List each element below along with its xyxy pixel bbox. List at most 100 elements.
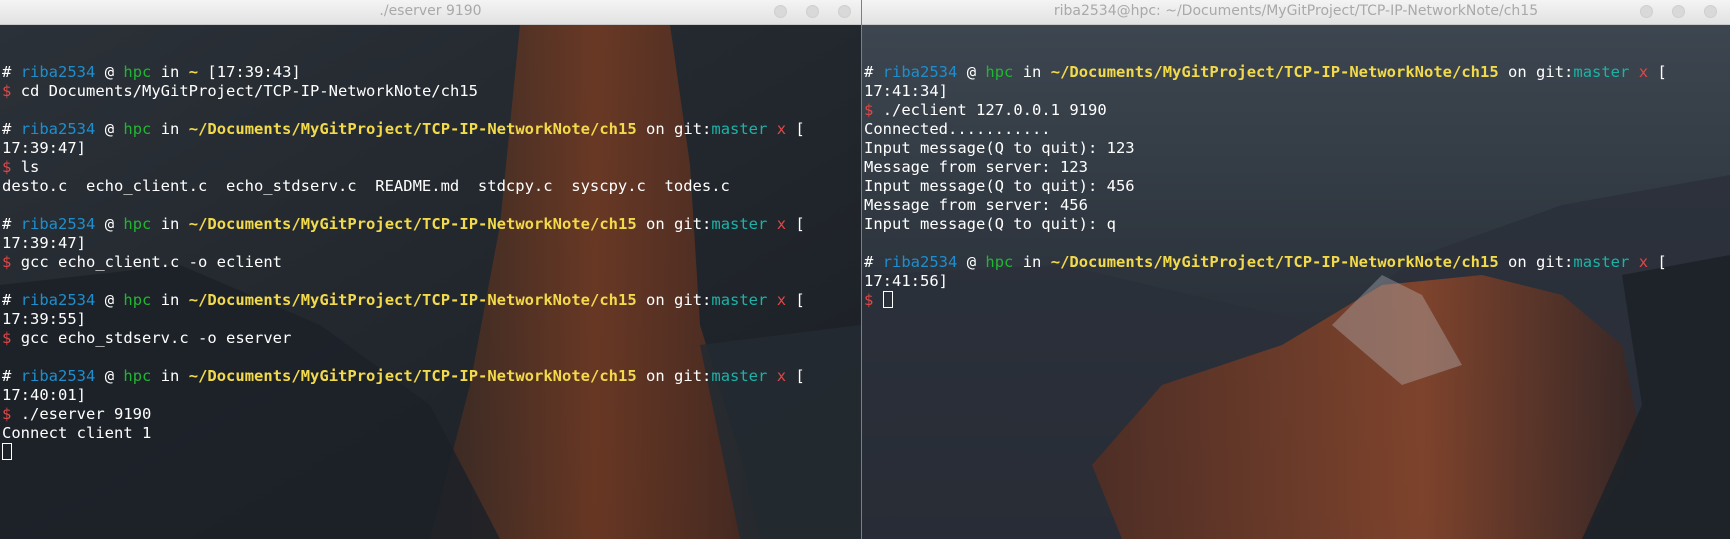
prompt-branch: master bbox=[1573, 63, 1630, 81]
prompt-branch: master bbox=[1573, 253, 1630, 271]
command-text: cd Documents/MyGitProject/TCP-IP-Network… bbox=[20, 82, 478, 100]
prompt-header: # riba2534 @ hpc in ~/Documents/MyGitPro… bbox=[2, 367, 805, 386]
output-text: Connect client 1 bbox=[2, 424, 152, 442]
prompt-symbol: $ bbox=[2, 158, 12, 176]
prompt-dirty-mark: x bbox=[1638, 63, 1649, 81]
terminal-cursor bbox=[882, 291, 893, 308]
terminal-window-right[interactable]: riba2534@hpc: ~/Documents/MyGitProject/T… bbox=[862, 0, 1730, 539]
prompt-user: riba2534 bbox=[20, 215, 96, 233]
output-line: 17:39:55] bbox=[2, 310, 805, 329]
prompt-symbol: $ bbox=[2, 82, 12, 100]
command-line: $ gcc echo_client.c -o eclient bbox=[2, 253, 805, 272]
prompt-header: # riba2534 @ hpc in ~ [17:39:43] bbox=[2, 63, 805, 82]
prompt-header: # riba2534 @ hpc in ~/Documents/MyGitPro… bbox=[2, 120, 805, 139]
output-text: Message from server: 123 bbox=[864, 158, 1088, 176]
command-text: gcc echo_client.c -o eclient bbox=[20, 253, 282, 271]
terminal-cursor bbox=[2, 443, 12, 460]
close-button-left[interactable] bbox=[838, 5, 851, 18]
maximize-button-right[interactable] bbox=[1672, 5, 1685, 18]
output-text: 17:40:01] bbox=[2, 386, 86, 404]
prompt-in: in bbox=[160, 367, 180, 385]
prompt-at: @ bbox=[104, 120, 115, 138]
output-line: Input message(Q to quit): 123 bbox=[864, 139, 1667, 158]
output-line: Input message(Q to quit): 456 bbox=[864, 177, 1667, 196]
prompt-git-label: git: bbox=[1536, 63, 1574, 81]
prompt-directory: ~/Documents/MyGitProject/TCP-IP-NetworkN… bbox=[1050, 63, 1499, 81]
prompt-on: on bbox=[1508, 253, 1527, 271]
prompt-host: hpc bbox=[985, 253, 1014, 271]
prompt-in: in bbox=[1022, 63, 1042, 81]
prompt-git-label: git: bbox=[674, 120, 712, 138]
output-text: desto.c echo_client.c echo_stdserv.c REA… bbox=[2, 177, 730, 195]
output-text: 17:39:47] bbox=[2, 139, 86, 157]
output-text: 17:39:55] bbox=[2, 310, 86, 328]
prompt-at: @ bbox=[104, 215, 115, 233]
terminal-window-left[interactable]: ./eserver 9190 # riba2534 @ hpc in ~ [17… bbox=[0, 0, 861, 539]
minimize-button-left[interactable] bbox=[774, 5, 787, 18]
prompt-time-open: [ bbox=[795, 367, 805, 385]
prompt-time-open: [ bbox=[795, 215, 805, 233]
terminal-output-left[interactable]: # riba2534 @ hpc in ~ [17:39:43] $ cd Doc… bbox=[2, 44, 805, 462]
prompt-symbol: $ bbox=[2, 253, 12, 271]
prompt-symbol: $ bbox=[2, 405, 12, 423]
close-button-right[interactable] bbox=[1704, 5, 1717, 18]
command-text: ls bbox=[20, 158, 40, 176]
terminal-output-right[interactable]: # riba2534 @ hpc in ~/Documents/MyGitPro… bbox=[864, 44, 1667, 310]
prompt-time-open: [ bbox=[1657, 253, 1667, 271]
prompt-in: in bbox=[1022, 253, 1042, 271]
prompt-hash: # bbox=[2, 63, 12, 81]
output-text: Connected........... bbox=[864, 120, 1051, 138]
output-line: 17:41:56] bbox=[864, 272, 1667, 291]
command-line: $ ls bbox=[2, 158, 805, 177]
prompt-dirty-mark: x bbox=[1638, 253, 1649, 271]
prompt-user: riba2534 bbox=[20, 367, 96, 385]
command-text: gcc echo_stdserv.c -o eserver bbox=[20, 329, 292, 347]
minimize-button-right[interactable] bbox=[1640, 5, 1653, 18]
titlebar-right[interactable]: riba2534@hpc: ~/Documents/MyGitProject/T… bbox=[862, 0, 1730, 25]
prompt-in: in bbox=[160, 120, 180, 138]
prompt-header: # riba2534 @ hpc in ~/Documents/MyGitPro… bbox=[2, 215, 805, 234]
output-text: Message from server: 456 bbox=[864, 196, 1088, 214]
prompt-directory: ~/Documents/MyGitProject/TCP-IP-NetworkN… bbox=[188, 291, 637, 309]
output-text: Input message(Q to quit): 456 bbox=[864, 177, 1135, 195]
output-line: Connected........... bbox=[864, 120, 1667, 139]
command-line: $ ./eclient 127.0.0.1 9190 bbox=[864, 101, 1667, 120]
output-text: 17:39:47] bbox=[2, 234, 86, 252]
output-line: Message from server: 456 bbox=[864, 196, 1667, 215]
prompt-hash: # bbox=[2, 367, 12, 385]
prompt-host: hpc bbox=[123, 120, 152, 138]
titlebar-left[interactable]: ./eserver 9190 bbox=[0, 0, 861, 25]
prompt-symbol: $ bbox=[864, 101, 874, 119]
output-line: Connect client 1 bbox=[2, 424, 805, 443]
prompt-at: @ bbox=[104, 291, 115, 309]
prompt-hash: # bbox=[2, 120, 12, 138]
prompt-at: @ bbox=[966, 63, 977, 81]
prompt-directory: ~/Documents/MyGitProject/TCP-IP-NetworkN… bbox=[1050, 253, 1499, 271]
maximize-button-left[interactable] bbox=[806, 5, 819, 18]
prompt-hash: # bbox=[864, 253, 874, 271]
prompt-user: riba2534 bbox=[20, 291, 96, 309]
prompt-directory: ~/Documents/MyGitProject/TCP-IP-NetworkN… bbox=[188, 120, 637, 138]
output-line: Input message(Q to quit): q bbox=[864, 215, 1667, 234]
prompt-symbol: $ bbox=[2, 329, 12, 347]
prompt-time-open: [ bbox=[795, 291, 805, 309]
prompt-in: in bbox=[160, 291, 180, 309]
prompt-host: hpc bbox=[985, 63, 1014, 81]
output-text: 17:41:56] bbox=[864, 272, 948, 290]
prompt-on: on bbox=[646, 215, 665, 233]
prompt-dirty-mark: x bbox=[776, 215, 787, 233]
prompt-at: @ bbox=[104, 367, 115, 385]
prompt-on: on bbox=[646, 120, 665, 138]
output-text: Input message(Q to quit): 123 bbox=[864, 139, 1135, 157]
cursor-line bbox=[2, 443, 805, 462]
prompt-host: hpc bbox=[123, 291, 152, 309]
prompt-host: hpc bbox=[123, 367, 152, 385]
prompt-user: riba2534 bbox=[20, 63, 96, 81]
prompt-in: in bbox=[160, 63, 180, 81]
output-text: Input message(Q to quit): q bbox=[864, 215, 1116, 233]
command-line: $ ./eserver 9190 bbox=[2, 405, 805, 424]
prompt-directory: ~/Documents/MyGitProject/TCP-IP-NetworkN… bbox=[188, 367, 637, 385]
prompt-time-open: [ bbox=[1657, 63, 1667, 81]
